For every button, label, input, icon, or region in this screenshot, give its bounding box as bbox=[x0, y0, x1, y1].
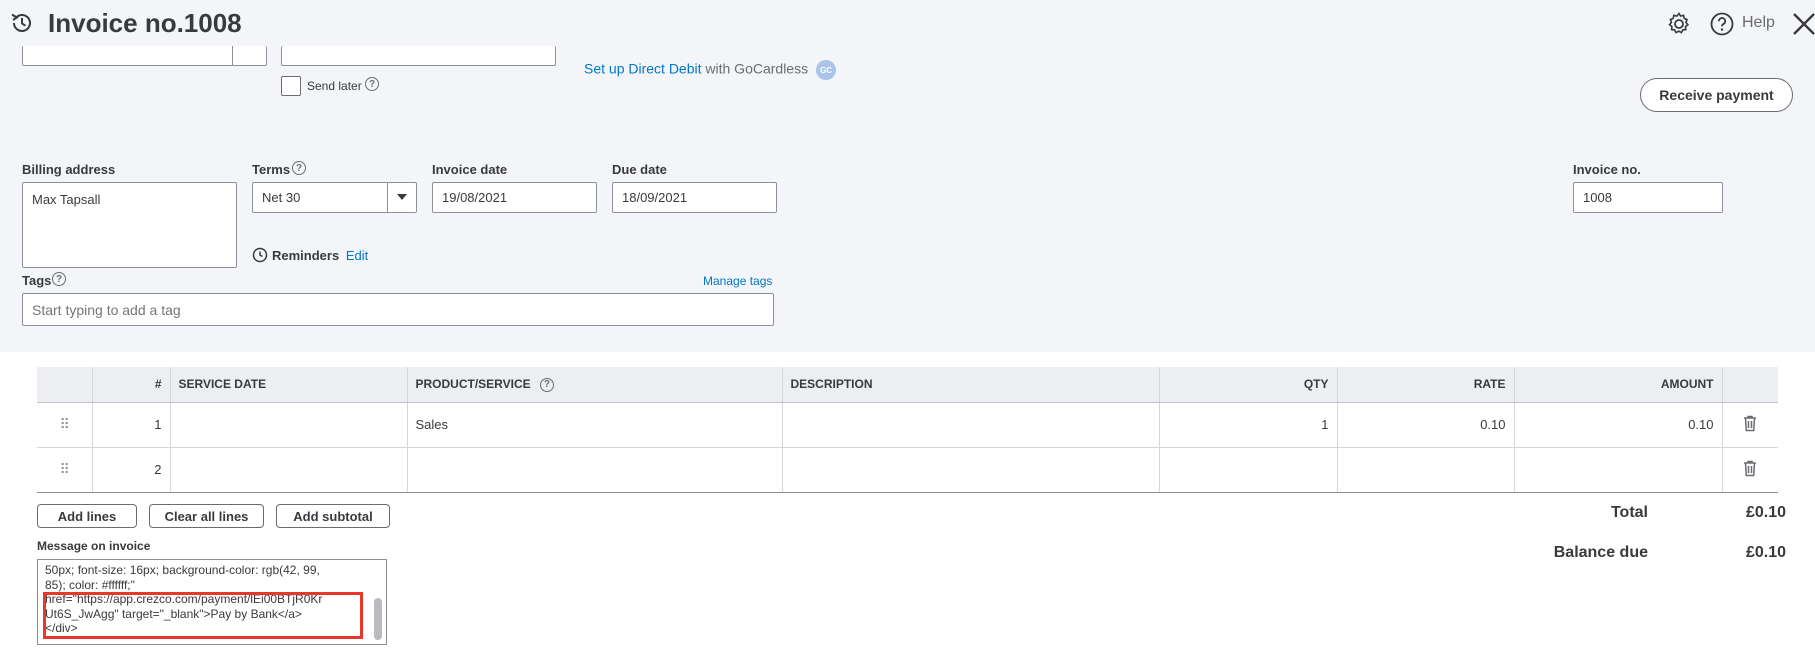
drag-handle-icon[interactable]: ⠿ bbox=[37, 447, 93, 493]
reminders-label: Reminders bbox=[272, 248, 340, 263]
balance-due-label: Balance due bbox=[1553, 544, 1648, 561]
reminders-edit-link[interactable]: Edit bbox=[346, 248, 368, 263]
cell-amount[interactable] bbox=[1514, 447, 1723, 493]
due-date-value: 18/09/2021 bbox=[622, 190, 688, 205]
gocardless-badge-icon: GC bbox=[815, 60, 836, 80]
message-scrollbar[interactable] bbox=[374, 598, 382, 640]
chevron-down-icon[interactable] bbox=[397, 194, 407, 200]
balance-due-value: £0.10 bbox=[1745, 544, 1786, 561]
invoice-date-label: Invoice date bbox=[432, 162, 508, 177]
direct-debit-row: Set up Direct Debit with GoCardless GC bbox=[584, 60, 836, 80]
table-header-row: # SERVICE DATE PRODUCT/SERVICE ? DESCRIP… bbox=[37, 367, 1778, 403]
cell-product-service[interactable] bbox=[407, 447, 783, 493]
direct-debit-suffix: with GoCardless bbox=[705, 60, 809, 77]
total-label: Total bbox=[1610, 504, 1648, 521]
page-title: Invoice no.1008 bbox=[48, 8, 242, 38]
total-value: £0.10 bbox=[1745, 504, 1786, 521]
billing-address-value: Max Tapsall bbox=[32, 192, 101, 207]
table-row: ⠿ 2 bbox=[37, 447, 1778, 493]
cell-qty[interactable]: 1 bbox=[1159, 402, 1338, 448]
drag-handle-icon[interactable]: ⠿ bbox=[37, 402, 93, 448]
cell-qty[interactable] bbox=[1159, 447, 1338, 493]
tags-help-icon[interactable]: ? bbox=[52, 272, 66, 286]
header-delete bbox=[1722, 367, 1778, 403]
email-cc-field-partial[interactable] bbox=[281, 46, 556, 66]
message-textarea[interactable]: 50px; font-size: 16px; background-color:… bbox=[37, 559, 387, 645]
row-number: 1 bbox=[92, 402, 171, 448]
add-lines-button[interactable]: Add lines bbox=[37, 504, 137, 528]
highlight-annotation bbox=[43, 592, 363, 639]
recent-transactions-icon[interactable] bbox=[9, 10, 35, 36]
trash-icon[interactable] bbox=[1722, 402, 1778, 448]
billing-address-label: Billing address bbox=[22, 162, 116, 177]
send-later-help-icon[interactable]: ? bbox=[365, 77, 379, 91]
tags-label: Tags bbox=[22, 273, 52, 288]
terms-dropdown-divider bbox=[387, 183, 388, 212]
billing-address-field[interactable]: Max Tapsall bbox=[22, 182, 237, 268]
customer-email-field-partial[interactable] bbox=[22, 46, 267, 66]
header-description: DESCRIPTION bbox=[782, 367, 1160, 403]
header-product-service-label: PRODUCT/SERVICE bbox=[415, 376, 531, 391]
cell-rate[interactable] bbox=[1337, 447, 1515, 493]
terms-help-icon[interactable]: ? bbox=[292, 161, 306, 175]
gear-icon[interactable] bbox=[1666, 11, 1692, 37]
header-amount: AMOUNT bbox=[1514, 367, 1723, 403]
tags-input[interactable] bbox=[22, 293, 774, 326]
header-service-date: SERVICE DATE bbox=[170, 367, 408, 403]
header-qty: QTY bbox=[1159, 367, 1338, 403]
clock-icon bbox=[252, 247, 268, 263]
cell-service-date[interactable] bbox=[170, 402, 408, 448]
manage-tags-link[interactable]: Manage tags bbox=[703, 274, 772, 288]
reminders-row: Reminders Edit bbox=[272, 248, 368, 263]
customer-email-dropdown-divider bbox=[232, 46, 233, 66]
invoice-no-label: Invoice no. bbox=[1573, 162, 1641, 177]
header-rate: RATE bbox=[1337, 367, 1515, 403]
cell-description[interactable] bbox=[782, 447, 1160, 493]
direct-debit-link[interactable]: Set up Direct Debit bbox=[584, 61, 702, 77]
line-items-table: # SERVICE DATE PRODUCT/SERVICE ? DESCRIP… bbox=[37, 367, 1778, 493]
cell-service-date[interactable] bbox=[170, 447, 408, 493]
invoice-date-value: 19/08/2021 bbox=[442, 190, 508, 205]
terms-value: Net 30 bbox=[262, 190, 301, 205]
invoice-no-value: 1008 bbox=[1583, 190, 1612, 205]
terms-label: Terms bbox=[252, 162, 291, 177]
clear-all-lines-button[interactable]: Clear all lines bbox=[149, 504, 264, 528]
help-icon[interactable] bbox=[1709, 11, 1735, 37]
receive-payment-button[interactable]: Receive payment bbox=[1640, 78, 1793, 112]
due-date-label: Due date bbox=[612, 162, 667, 177]
invoice-no-field[interactable]: 1008 bbox=[1573, 182, 1723, 213]
send-later-checkbox[interactable] bbox=[281, 76, 301, 96]
cell-amount[interactable]: 0.10 bbox=[1514, 402, 1723, 448]
close-icon[interactable] bbox=[1791, 11, 1815, 37]
header-drag bbox=[37, 367, 93, 403]
add-subtotal-button[interactable]: Add subtotal bbox=[276, 504, 390, 528]
cell-rate[interactable]: 0.10 bbox=[1337, 402, 1515, 448]
table-row: ⠿ 1 Sales 1 0.10 0.10 bbox=[37, 402, 1778, 448]
message-on-invoice-label: Message on invoice bbox=[37, 539, 151, 553]
help-label[interactable]: Help bbox=[1742, 14, 1775, 32]
send-later-label: Send later bbox=[307, 79, 362, 93]
invoice-date-field[interactable]: 19/08/2021 bbox=[432, 182, 597, 213]
due-date-field[interactable]: 18/09/2021 bbox=[612, 182, 777, 213]
cell-description[interactable] bbox=[782, 402, 1160, 448]
header-product-service: PRODUCT/SERVICE ? bbox=[407, 367, 783, 403]
terms-select[interactable]: Net 30 bbox=[252, 182, 417, 213]
header-number: # bbox=[92, 367, 171, 403]
product-service-help-icon[interactable]: ? bbox=[539, 377, 554, 392]
trash-icon[interactable] bbox=[1722, 447, 1778, 493]
row-number: 2 bbox=[92, 447, 171, 493]
cell-product-service[interactable]: Sales bbox=[407, 402, 783, 448]
